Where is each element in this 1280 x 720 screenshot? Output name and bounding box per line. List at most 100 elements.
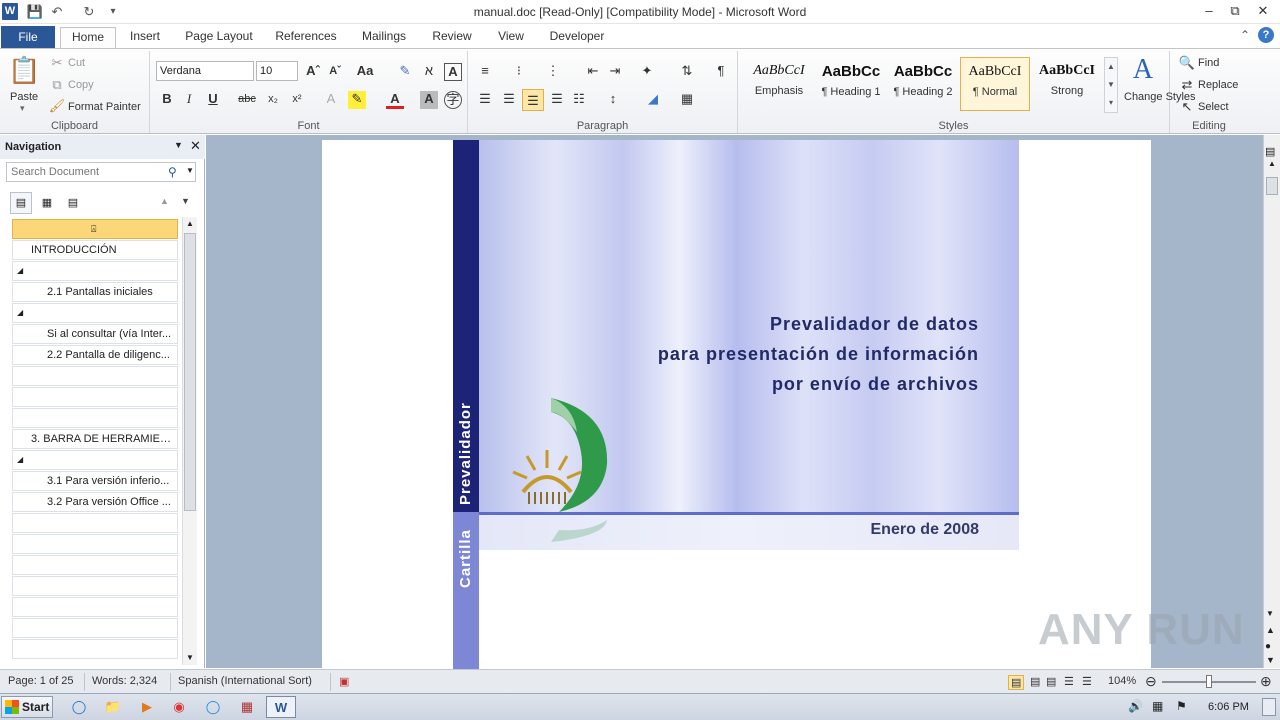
nav-scroll-thumb[interactable] <box>184 233 196 511</box>
zoom-out-icon[interactable]: ⊖ <box>1145 673 1157 690</box>
zoom-level[interactable]: 104% <box>1108 675 1136 687</box>
nav-heading-item[interactable] <box>12 555 178 575</box>
font-family-select[interactable]: Verdana <box>156 61 254 81</box>
nav-heading-item[interactable]: INTRODUCCIÓN <box>12 240 178 260</box>
ruler-toggle-icon[interactable]: ▤ <box>1265 145 1275 158</box>
nav-heading-item[interactable]: 2.2 Pantalla de diligenc... <box>12 345 178 365</box>
nav-heading-item[interactable] <box>12 408 178 428</box>
show-formatting-icon[interactable]: ¶ <box>712 63 730 81</box>
tab-review[interactable]: Review <box>426 27 478 48</box>
clock[interactable]: 6:06 PM <box>1208 701 1249 713</box>
chrome-icon[interactable]: ◉ <box>164 696 194 718</box>
word-taskbar-icon[interactable]: W <box>266 696 296 718</box>
tab-insert[interactable]: Insert <box>122 27 168 48</box>
shrink-font-icon[interactable]: Aˇ <box>326 63 344 81</box>
increase-indent-icon[interactable]: ⇥ <box>606 63 624 81</box>
font-size-select[interactable]: 10 <box>256 61 298 81</box>
multilevel-list-icon[interactable]: ⋮ <box>544 63 562 81</box>
word-count[interactable]: Words: 2,324 <box>92 675 157 687</box>
align-center-icon[interactable]: ☰ <box>500 91 518 109</box>
select-button[interactable]: Select <box>1198 101 1229 113</box>
tab-developer[interactable]: Developer <box>544 27 610 48</box>
italic-icon[interactable]: I <box>180 91 198 109</box>
minimize-ribbon-icon[interactable]: ⌃ <box>1240 28 1250 42</box>
grow-font-icon[interactable]: Aˆ <box>304 63 322 81</box>
cut-button[interactable]: Cut <box>68 57 85 69</box>
browse-pages-icon[interactable]: ▦ <box>36 192 58 214</box>
nav-heading-item[interactable]: 2.1 Pantallas iniciales <box>12 282 178 302</box>
browse-headings-icon[interactable]: ▤ <box>10 192 32 214</box>
tab-page-layout[interactable]: Page Layout <box>180 27 258 48</box>
nav-heading-item[interactable]: ◢ <box>12 261 178 281</box>
full-screen-reading-icon[interactable]: ▤ <box>1030 675 1040 688</box>
nav-heading-item[interactable] <box>12 534 178 554</box>
find-icon[interactable]: 🔍 <box>1178 55 1196 73</box>
nav-scroll-down-icon[interactable]: ▼ <box>183 651 197 665</box>
strikethrough-icon[interactable]: abc <box>238 91 256 109</box>
borders-icon[interactable]: ▦ <box>678 91 696 109</box>
nav-heading-item[interactable] <box>12 639 178 659</box>
network-icon[interactable]: ▦ <box>1152 699 1163 713</box>
distributed-icon[interactable]: ☷ <box>570 91 588 109</box>
nav-heading-item[interactable]: 3.2 Para versión Office ... <box>12 492 178 512</box>
next-heading-icon[interactable]: ▼ <box>181 196 190 206</box>
underline-icon[interactable]: U <box>204 91 222 109</box>
line-spacing-icon[interactable]: ↕ <box>604 91 622 109</box>
nav-scroll-up-icon[interactable]: ▲ <box>183 217 197 231</box>
media-player-icon[interactable]: ▶ <box>132 696 162 718</box>
scroll-thumb[interactable] <box>1266 177 1278 195</box>
nav-heading-item[interactable]: ◢ <box>12 303 178 323</box>
action-center-icon[interactable]: ⚑ <box>1176 699 1187 713</box>
phonetic-guide-icon[interactable]: א <box>420 63 438 81</box>
asian-layout-icon[interactable]: ✦ <box>638 63 656 81</box>
nav-close-icon[interactable]: ✕ <box>190 138 201 154</box>
replace-icon[interactable]: ⇄ <box>1178 77 1196 95</box>
ie-icon[interactable]: ◯ <box>64 696 94 718</box>
style-normal[interactable]: AaBbCcI ¶ Normal <box>960 57 1030 111</box>
superscript-icon[interactable]: x² <box>288 91 306 109</box>
search-icon[interactable]: ⚲ <box>168 165 177 179</box>
styles-scroll-icon[interactable]: ▲ ▼ ▾ <box>1104 57 1118 113</box>
search-dropdown-icon[interactable]: ▼ <box>186 166 194 175</box>
collapse-arrow-icon[interactable]: ◢ <box>17 262 23 280</box>
copy-button[interactable]: Copy <box>68 79 94 91</box>
scroll-down-icon[interactable]: ▼ <box>1266 609 1274 618</box>
nav-heading-item[interactable]: 3.1 Para versión inferio... <box>12 471 178 491</box>
macro-record-icon[interactable]: ▣ <box>339 675 349 688</box>
language[interactable]: Spanish (International Sort) <box>178 675 312 687</box>
style-heading-1[interactable]: AaBbCc ¶ Heading 1 <box>816 57 886 111</box>
font-color-icon[interactable]: A <box>386 91 404 109</box>
format-painter-button[interactable]: Format Painter <box>68 101 141 113</box>
change-styles-icon[interactable]: A <box>1128 55 1158 85</box>
select-icon[interactable]: ↖ <box>1178 99 1196 117</box>
style-heading-2[interactable]: AaBbCc ¶ Heading 2 <box>888 57 958 111</box>
nav-options-icon[interactable]: ▼ <box>174 140 183 150</box>
minimize-button[interactable]: – <box>1196 2 1222 20</box>
web-layout-icon[interactable]: ▤ <box>1046 675 1056 688</box>
nav-top-item[interactable]: ⍓ <box>12 219 178 239</box>
zoom-in-icon[interactable]: ⊕ <box>1260 673 1272 690</box>
numbering-icon[interactable]: ⁝ <box>510 63 528 81</box>
find-button[interactable]: Find <box>1198 57 1219 69</box>
shading-icon[interactable]: ◢ <box>644 91 662 109</box>
decrease-indent-icon[interactable]: ⇤ <box>584 63 602 81</box>
document-page[interactable]: Prevalidador de datos para presentación … <box>322 140 1151 670</box>
tab-mailings[interactable]: Mailings <box>356 27 412 48</box>
paste-dropdown-icon[interactable]: ▾ <box>20 103 25 114</box>
previous-heading-icon[interactable]: ▲ <box>160 196 169 206</box>
style-emphasis[interactable]: AaBbCcI Emphasis <box>744 57 814 111</box>
character-shading-icon[interactable]: A <box>420 91 438 109</box>
edge-icon[interactable]: ◯ <box>198 696 228 718</box>
cut-icon[interactable]: ✂ <box>48 55 66 73</box>
justify-icon[interactable]: ☰ <box>548 91 566 109</box>
zoom-slider-thumb[interactable] <box>1206 675 1212 688</box>
nav-heading-item[interactable] <box>12 597 178 617</box>
vertical-scrollbar[interactable]: ▤ ▲ ▼ ▲ ● ▼ <box>1263 135 1280 668</box>
paste-icon[interactable]: 📋 <box>8 53 40 87</box>
nav-heading-item[interactable] <box>12 513 178 533</box>
browse-object-icon[interactable]: ● <box>1265 641 1271 652</box>
nav-scrollbar[interactable]: ▲ ▼ <box>182 217 197 665</box>
bullets-icon[interactable]: ≡ <box>476 63 494 81</box>
copy-icon[interactable]: ⧉ <box>48 77 66 95</box>
nav-heading-item[interactable] <box>12 366 178 386</box>
